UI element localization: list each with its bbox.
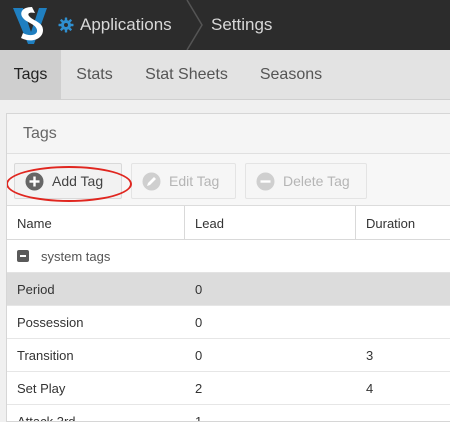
column-name-label: Name [17, 215, 52, 231]
table-row[interactable]: Transition 0 3 [7, 339, 450, 372]
settings-tab-bar: Tags Stats Stat Sheets Seasons [0, 50, 450, 100]
cell-name: Period [17, 282, 55, 297]
column-duration-label: Duration [366, 215, 416, 231]
cell-lead: 0 [195, 348, 203, 363]
table-row[interactable]: Period 0 [7, 273, 450, 306]
cell-duration: 4 [366, 381, 374, 396]
delete-tag-label: Delete Tag [283, 173, 350, 189]
gear-icon [58, 17, 74, 33]
cell-name: Set Play [17, 381, 66, 396]
group-row-system-tags[interactable]: system tags [7, 240, 450, 273]
tags-toolbar: Add Tag Edit Tag Delete Tag [7, 154, 450, 206]
table-row[interactable]: Possession 0 [7, 306, 450, 339]
collapse-icon[interactable] [17, 250, 29, 262]
tags-panel: Tags Add Tag Edit Tag Delete Tag Name Le… [6, 113, 450, 422]
breadcrumb-applications[interactable]: Applications [58, 0, 172, 50]
panel-title: Tags [23, 124, 57, 142]
tab-stats[interactable]: Stats [61, 50, 128, 100]
group-label: system tags [41, 248, 111, 264]
top-nav-bar: Applications Settings [0, 0, 450, 50]
add-tag-button[interactable]: Add Tag [14, 163, 122, 199]
breadcrumb-applications-label: Applications [80, 15, 172, 34]
minus-circle-icon [256, 172, 275, 190]
cell-lead: 1 [195, 414, 203, 422]
cell-name: Transition [17, 348, 74, 363]
column-header-name[interactable]: Name [7, 206, 185, 240]
add-tag-label: Add Tag [52, 173, 104, 189]
tab-stats-label: Stats [76, 66, 113, 83]
column-header-lead[interactable]: Lead [185, 206, 356, 240]
grid-header: Name Lead Duration [7, 206, 450, 240]
cell-name: Attack 3rd [17, 414, 76, 422]
edit-tag-label: Edit Tag [169, 173, 220, 189]
tab-seasons-label: Seasons [259, 66, 323, 83]
tab-stat-sheets[interactable]: Stat Sheets [134, 50, 239, 100]
table-row[interactable]: Set Play 2 4 [7, 372, 450, 405]
plus-circle-icon [25, 172, 44, 190]
breadcrumb-separator-icon [186, 0, 203, 50]
column-header-duration[interactable]: Duration [356, 206, 450, 240]
pencil-circle-icon [142, 172, 161, 190]
table-row[interactable]: Attack 3rd 1 [7, 405, 450, 422]
tab-tags-label: Tags [13, 66, 48, 83]
cell-name: Possession [17, 315, 84, 330]
panel-header: Tags [7, 114, 450, 154]
cell-lead: 2 [195, 381, 203, 396]
cell-lead: 0 [195, 315, 203, 330]
edit-tag-button[interactable]: Edit Tag [131, 163, 236, 199]
breadcrumb-settings-label: Settings [211, 15, 273, 34]
tab-stat-sheets-label: Stat Sheets [145, 66, 228, 83]
delete-tag-button[interactable]: Delete Tag [245, 163, 367, 199]
app-logo-icon[interactable] [10, 4, 50, 46]
cell-lead: 0 [195, 282, 203, 297]
tab-seasons[interactable]: Seasons [248, 50, 334, 100]
tab-tags[interactable]: Tags [0, 50, 61, 100]
column-lead-label: Lead [195, 215, 224, 231]
breadcrumb-settings: Settings [211, 0, 272, 50]
cell-duration: 3 [366, 348, 374, 363]
